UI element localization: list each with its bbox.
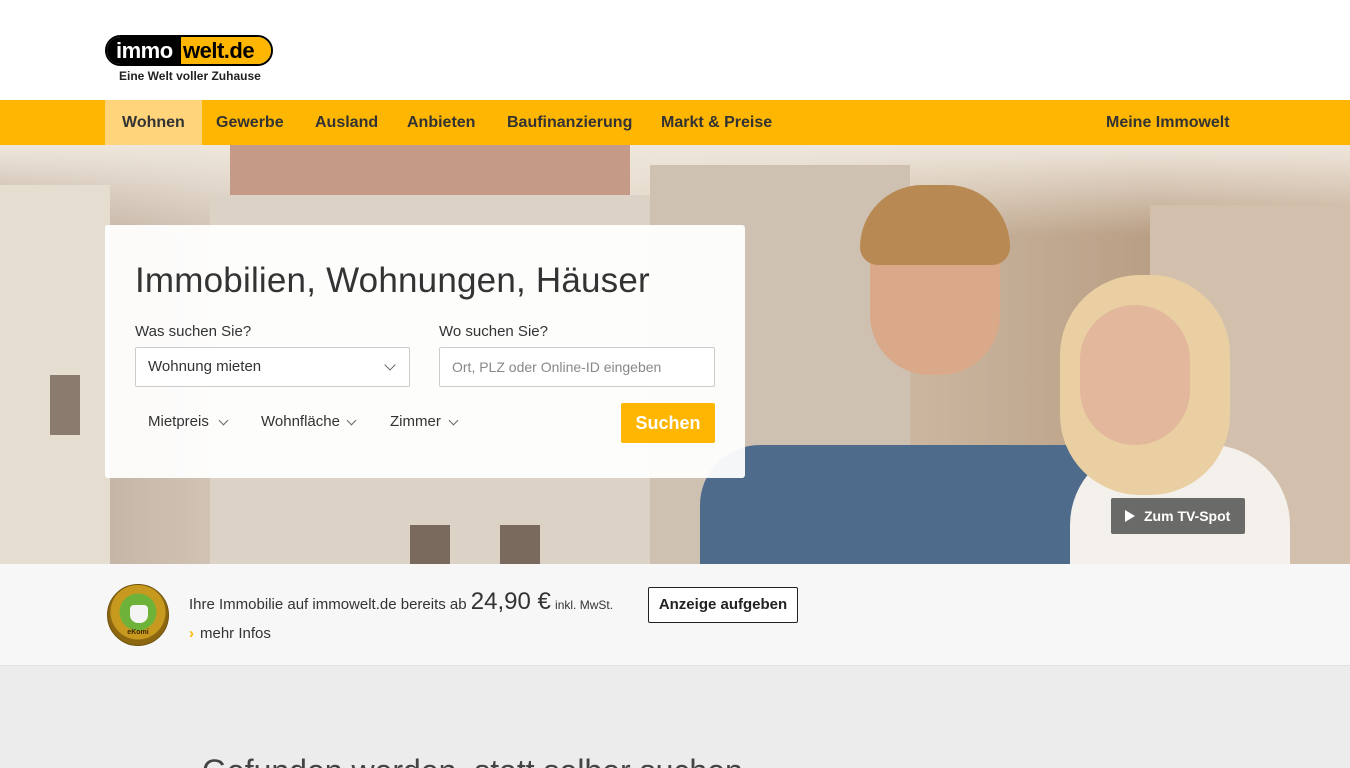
promo-text: Ihre Immobilie auf immowelt.de bereits a…: [189, 588, 613, 616]
tv-spot-label: Zum TV-Spot: [1144, 508, 1231, 524]
immowelt-logo[interactable]: immo welt.de Eine Welt voller Zuhause: [105, 35, 275, 85]
logo-text-left: immo: [107, 37, 181, 64]
main-navigation: Wohnen Gewerbe Ausland Anbieten Baufinan…: [0, 100, 1350, 145]
promo-price-suffix: inkl. MwSt.: [555, 598, 614, 612]
filter-mietpreis-label: Mietpreis: [148, 413, 209, 430]
site-header: immo welt.de Eine Welt voller Zuhause: [0, 0, 1350, 100]
chevron-right-icon: ›: [189, 625, 194, 642]
chevron-down-icon: [384, 359, 396, 371]
search-button[interactable]: Suchen: [621, 403, 715, 443]
filter-mietpreis[interactable]: Mietpreis: [148, 413, 229, 430]
section-heading: Gefunden werden, statt selber suchen: [202, 753, 743, 768]
search-panel: Immobilien, Wohnungen, Häuser Was suchen…: [105, 225, 745, 478]
property-type-select[interactable]: Wohnung mieten: [135, 347, 410, 387]
chevron-down-icon: [218, 415, 229, 426]
place-ad-button[interactable]: Anzeige aufgeben: [648, 587, 798, 623]
nav-item-gewerbe[interactable]: Gewerbe: [199, 100, 301, 145]
filter-zimmer[interactable]: Zimmer: [390, 413, 459, 430]
search-title: Immobilien, Wohnungen, Häuser: [135, 261, 650, 300]
promo-bar: eKomi Ihre Immobilie auf immowelt.de ber…: [0, 564, 1350, 666]
nav-item-markt-preise[interactable]: Markt & Preise: [644, 100, 789, 145]
chevron-down-icon: [346, 415, 357, 426]
hero-window: [410, 525, 450, 564]
nav-item-ausland[interactable]: Ausland: [298, 100, 395, 145]
location-input[interactable]: [439, 347, 715, 387]
hero-window: [50, 375, 80, 435]
play-icon: [1125, 510, 1135, 522]
filter-wohnflaeche-label: Wohnfläche: [261, 413, 340, 430]
promo-text-prefix: Ihre Immobilie auf immowelt.de bereits a…: [189, 596, 467, 613]
content-section: Gefunden werden, statt selber suchen: [0, 666, 1350, 768]
nav-item-meine-immowelt[interactable]: Meine Immowelt: [1089, 100, 1247, 145]
nav-item-wohnen[interactable]: Wohnen: [105, 100, 202, 145]
thumbs-up-icon: [130, 605, 148, 623]
more-info-link[interactable]: › mehr Infos: [189, 625, 271, 642]
hero-window: [500, 525, 540, 564]
what-label: Was suchen Sie?: [135, 323, 252, 340]
nav-item-anbieten[interactable]: Anbieten: [390, 100, 492, 145]
logo-text-right: welt.de: [181, 37, 271, 64]
nav-item-baufinanzierung[interactable]: Baufinanzierung: [490, 100, 649, 145]
logo-mark: immo welt.de: [105, 35, 273, 66]
where-label: Wo suchen Sie?: [439, 323, 548, 340]
filter-zimmer-label: Zimmer: [390, 413, 441, 430]
ekomi-seal-icon[interactable]: eKomi: [107, 584, 169, 646]
hero-roof: [230, 145, 630, 195]
hero-person-woman-face: [1080, 305, 1190, 445]
tv-spot-button[interactable]: Zum TV-Spot: [1111, 498, 1245, 534]
hero-banner: Immobilien, Wohnungen, Häuser Was suchen…: [0, 145, 1350, 564]
property-type-value: Wohnung mieten: [148, 358, 262, 375]
promo-price: 24,90 €: [470, 588, 551, 615]
ekomi-seal-text: eKomi: [127, 629, 149, 636]
more-info-label: mehr Infos: [200, 625, 271, 642]
chevron-down-icon: [448, 415, 459, 426]
filter-wohnflaeche[interactable]: Wohnfläche: [261, 413, 357, 430]
logo-tagline: Eine Welt voller Zuhause: [119, 69, 261, 83]
